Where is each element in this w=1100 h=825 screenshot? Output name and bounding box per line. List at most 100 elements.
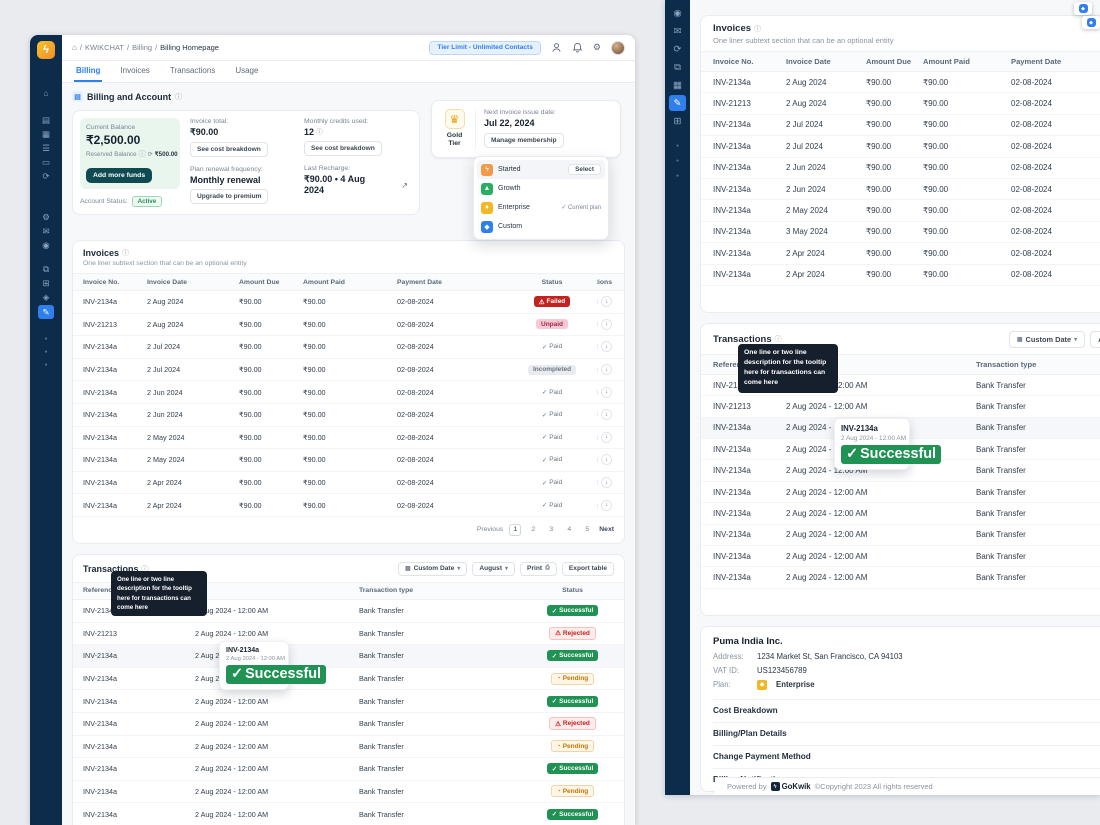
tab-invoices[interactable]: Invoices [118,61,151,82]
eye-icon[interactable]: ⊙ [597,499,598,511]
month-filter[interactable]: August▾ [472,561,516,576]
plan-option-custom[interactable]: ◆ Custom [477,217,605,236]
download-icon[interactable]: ↓ [601,296,612,308]
plan-option-enterprise[interactable]: ♦ Enterprise ✓ Current plan [477,198,605,217]
refresh-icon[interactable]: ⟳ [38,169,54,183]
mail-icon[interactable]: ✉ [669,23,686,39]
tag-icon[interactable]: ◈ [38,290,54,304]
pagination-page-2[interactable]: 2 [527,524,539,536]
user-icon[interactable] [551,42,562,53]
add-funds-button[interactable]: Add more funds [86,168,153,183]
tab-transactions[interactable]: Transactions [168,61,218,82]
eye-icon[interactable]: ⊙ [597,409,598,421]
info-icon[interactable]: ⓘ [175,92,182,102]
cell-date: 2 Aug 2024 - 12:00 AM [195,809,269,819]
refresh-icon[interactable]: ⟳ [669,41,686,57]
user-icon[interactable]: ◉ [38,238,54,252]
user-icon[interactable]: ◉ [669,5,686,21]
nav-dot-item[interactable]: ● [676,169,679,182]
docs-icon[interactable]: ▦ [38,127,54,141]
download-icon[interactable]: ↓ [601,409,612,421]
download-icon[interactable]: ↓ [601,364,612,376]
download-icon[interactable]: ↓ [601,341,612,353]
info-icon[interactable]: ⓘ [775,334,782,344]
pen-icon[interactable]: ✎ [38,305,54,319]
download-icon[interactable]: ↓ [601,477,612,489]
company-name: Puma India Inc. [713,635,783,647]
apps-icon[interactable]: ⊞ [669,113,686,129]
tab-usage[interactable]: Usage [233,61,260,82]
home-icon[interactable]: ⌂ [72,43,77,52]
export-table-button[interactable]: Export table [561,561,614,576]
select-plan-button[interactable]: Select [568,164,601,175]
arrow-up-right-icon[interactable]: ↗ [401,181,408,190]
list-icon[interactable]: ☰ [38,141,54,155]
home-icon[interactable]: ⌂ [38,86,54,100]
eye-icon[interactable]: ⊙ [597,364,598,376]
footer-link[interactable]: Change Payment Method [713,744,1100,768]
mail-icon[interactable]: ✉ [38,224,54,238]
kwikchat-logo-icon[interactable]: ϟ [37,41,55,59]
custom-plan-icon[interactable]: ◆ [1086,18,1096,27]
nav-dot-item[interactable]: ● [676,154,679,167]
dashboard-icon[interactable]: ▤ [38,113,54,127]
avatar[interactable] [611,40,625,55]
pagination-page-1[interactable]: 1 [509,523,522,536]
nav-dot-item[interactable]: ● [676,139,679,152]
pagination-page-5[interactable]: 5 [581,524,593,536]
gear-icon[interactable]: ⚙ [38,210,54,224]
info-icon[interactable]: ⓘ [754,24,761,34]
pagination-previous[interactable]: Previous [477,526,503,533]
nav-dot-item[interactable]: ● [44,332,47,345]
plan-option-started[interactable]: ϟ Started Select [477,160,605,179]
download-icon[interactable]: ↓ [601,454,612,466]
status-badge: ✓ Successful [546,695,599,707]
info-icon[interactable]: ⓘ [139,149,146,159]
see-cost-breakdown-button[interactable]: See cost breakdown [304,141,382,156]
popup-date: 2 Aug 2024 - 12:00 AM [841,434,907,442]
nav-dot-item[interactable]: ● [44,345,47,358]
print-button[interactable]: Print ⎙ [520,561,557,576]
breadcrumb-item[interactable]: Billing [132,43,152,52]
eye-icon[interactable]: ⊙ [597,341,598,353]
breadcrumb-item[interactable]: KWIKCHAT [85,43,124,52]
download-icon[interactable]: ↓ [601,431,612,443]
manage-membership-button[interactable]: Manage membership [484,133,564,148]
pagination-page-4[interactable]: 4 [563,524,575,536]
download-icon[interactable]: ↓ [601,386,612,398]
refresh-icon[interactable]: ⟳ [148,151,153,158]
eye-icon[interactable]: ⊙ [597,296,598,308]
footer-link[interactable]: Billing/Plan Details [713,721,1100,745]
custom-date-filter[interactable]: ▦ Custom Date ▾ [397,561,468,576]
pagination-next[interactable]: Next [599,526,614,533]
card-icon[interactable]: ▭ [38,155,54,169]
month-filter[interactable]: August▾ [1090,330,1100,348]
cell-date: 2 Aug 2024 - 12:00 AM [786,508,868,518]
info-icon[interactable]: ⓘ [316,127,323,137]
nav-dot-item[interactable]: ● [44,358,47,371]
custom-date-filter[interactable]: ▦ Custom Date ▾ [1008,330,1086,348]
download-icon[interactable]: ↓ [601,318,612,330]
info-icon[interactable]: ⓘ [122,248,129,258]
eye-icon[interactable]: ⊙ [597,431,598,443]
download-icon[interactable]: ↓ [601,499,612,511]
eye-icon[interactable]: ⊙ [597,477,598,489]
gear-icon[interactable]: ⚙ [593,42,601,53]
docs-icon[interactable]: ▦ [669,77,686,93]
upgrade-premium-button[interactable]: Upgrade to premium [190,189,269,204]
plan-option-growth[interactable]: ▲ Growth [477,179,605,198]
copy-icon[interactable]: ⧉ [38,262,54,276]
copy-icon[interactable]: ⧉ [669,59,686,75]
tab-billing[interactable]: Billing [74,61,103,82]
pen-icon[interactable]: ✎ [669,95,686,111]
apps-icon[interactable]: ⊞ [38,276,54,290]
see-cost-breakdown-button[interactable]: See cost breakdown [190,142,268,157]
eye-icon[interactable]: ⊙ [597,386,598,398]
cell-type: Bank Transfer [359,809,404,819]
pagination-page-3[interactable]: 3 [545,524,557,536]
eye-icon[interactable]: ⊙ [597,318,598,330]
eye-icon[interactable]: ⊙ [597,454,598,466]
footer-link[interactable]: Cost Breakdown [713,698,1100,722]
bell-icon[interactable] [572,42,583,53]
custom-plan-icon[interactable]: ◆ [1078,4,1088,13]
